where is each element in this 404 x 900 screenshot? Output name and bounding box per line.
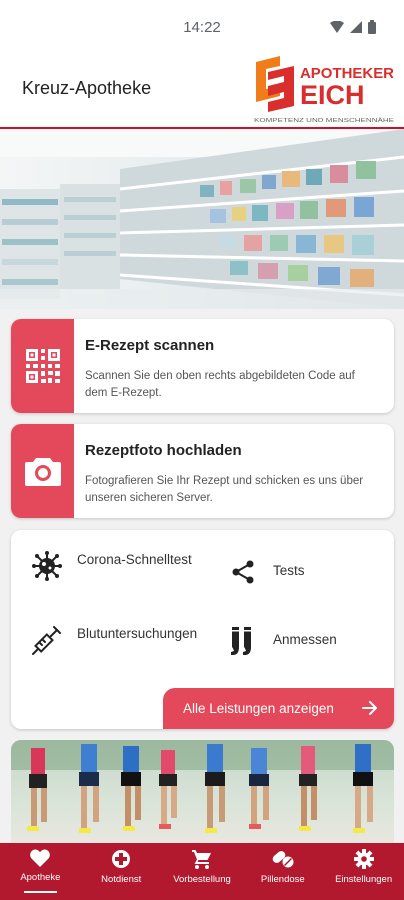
svg-text:KOMPETENZ UND MENSCHENNÄHE: KOMPETENZ UND MENSCHENNÄHE — [254, 117, 394, 124]
signal-icon — [350, 21, 362, 33]
status-icons — [330, 20, 376, 34]
service-label: Corona-Schnelltest — [77, 552, 192, 567]
service-tests[interactable]: Tests — [227, 556, 377, 588]
e-rezept-scan-card[interactable]: E-Rezept scannen Scannen Sie den oben re… — [11, 319, 394, 413]
nav-item-apotheke[interactable]: Apotheke — [0, 843, 81, 900]
heart-icon — [30, 849, 51, 867]
marathon-image — [11, 740, 394, 844]
card-description: Scannen Sie den oben rechts abgebildeten… — [85, 370, 355, 399]
battery-icon — [368, 20, 376, 34]
card-icon-box — [11, 424, 74, 518]
syringe-icon — [31, 624, 63, 656]
card-icon-box — [11, 319, 74, 413]
services-panel: Corona-Schnelltest Tests Blutuntersuchun… — [11, 530, 394, 729]
status-bar: 14:22 — [0, 0, 404, 56]
service-label: Tests — [273, 563, 305, 578]
nav-label: Notdienst — [101, 874, 142, 885]
nav-item-pillendose[interactable]: Pillendose — [242, 843, 323, 900]
nav-label: Pillendose — [260, 874, 305, 885]
rezeptfoto-upload-card[interactable]: Rezeptfoto hochladen Fotografieren Sie I… — [11, 424, 394, 518]
nav-label: Einstellungen — [335, 874, 393, 885]
service-label: Anmessen — [273, 632, 337, 647]
emergency-icon — [112, 850, 131, 868]
camera-icon — [24, 458, 61, 486]
runners-photo — [11, 740, 394, 844]
card-description: Fotografieren Sie Ihr Rezept und schicke… — [85, 475, 364, 504]
app-header: Kreuz-Apotheke APOTHEKER EICH KOMPETENZ … — [0, 56, 404, 128]
all-services-label: Alle Leistungen anzeigen — [183, 701, 334, 716]
nav-label: Apotheke — [20, 872, 61, 883]
cart-icon — [191, 850, 211, 869]
pills-icon — [272, 851, 294, 868]
nav-label: Vorbestellung — [173, 874, 231, 885]
service-label: Blutuntersuchungen — [77, 626, 198, 641]
virus-icon — [31, 550, 63, 582]
nav-item-einstellungen[interactable]: Einstellungen — [323, 843, 404, 900]
card-title: E-Rezept scannen — [85, 337, 215, 354]
service-corona-schnelltest[interactable]: Corona-Schnelltest — [31, 550, 199, 582]
service-anmessen[interactable]: Anmessen — [227, 626, 377, 658]
arrow-right-icon — [362, 701, 377, 715]
wifi-icon — [330, 21, 344, 33]
apotheker-eich-logo: APOTHEKER EICH KOMPETENZ UND MENSCHENNÄH… — [254, 56, 394, 124]
bottom-navigation: Apotheke Notdienst Vorbestellung Pillend… — [0, 843, 404, 900]
svg-text:EICH: EICH — [300, 80, 365, 110]
nav-item-vorbestellung[interactable]: Vorbestellung — [162, 843, 243, 900]
page-title: Kreuz-Apotheke — [22, 78, 152, 98]
card-title: Rezeptfoto hochladen — [85, 442, 242, 459]
qr-code-icon — [25, 349, 60, 383]
hero-image — [0, 129, 404, 309]
nav-item-notdienst[interactable]: Notdienst — [81, 843, 162, 900]
stockings-icon — [227, 626, 259, 658]
pharmacy-shelves-image — [0, 129, 404, 309]
share-icon — [227, 556, 259, 588]
gear-icon — [353, 849, 374, 869]
service-blutuntersuchungen[interactable]: Blutuntersuchungen — [31, 624, 211, 656]
all-services-button[interactable]: Alle Leistungen anzeigen — [163, 688, 394, 729]
